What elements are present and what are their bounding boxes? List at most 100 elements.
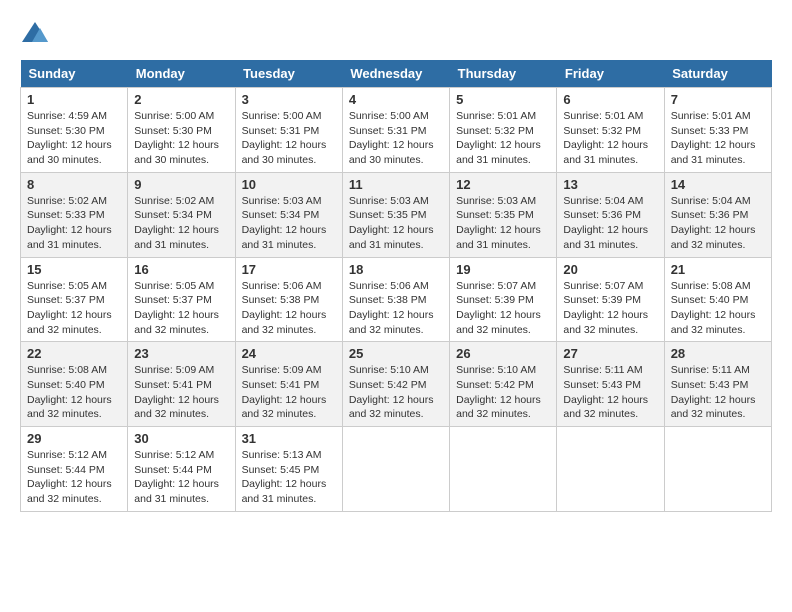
day-info: Sunrise: 5:00 AMSunset: 5:30 PMDaylight:… <box>134 110 219 166</box>
day-number: 23 <box>134 346 228 361</box>
day-number: 31 <box>242 431 336 446</box>
day-number: 3 <box>242 92 336 107</box>
day-number: 8 <box>27 177 121 192</box>
week-row-2: 8 Sunrise: 5:02 AMSunset: 5:33 PMDayligh… <box>21 172 772 257</box>
logo-icon <box>20 20 50 50</box>
day-info: Sunrise: 5:10 AMSunset: 5:42 PMDaylight:… <box>349 364 434 420</box>
day-info: Sunrise: 5:12 AMSunset: 5:44 PMDaylight:… <box>27 449 112 505</box>
day-number: 1 <box>27 92 121 107</box>
day-cell: 12 Sunrise: 5:03 AMSunset: 5:35 PMDaylig… <box>450 172 557 257</box>
weekday-header-row: SundayMondayTuesdayWednesdayThursdayFrid… <box>21 60 772 88</box>
day-number: 27 <box>563 346 657 361</box>
day-info: Sunrise: 5:03 AMSunset: 5:34 PMDaylight:… <box>242 195 327 251</box>
day-info: Sunrise: 5:11 AMSunset: 5:43 PMDaylight:… <box>671 364 756 420</box>
day-number: 7 <box>671 92 765 107</box>
day-cell: 17 Sunrise: 5:06 AMSunset: 5:38 PMDaylig… <box>235 257 342 342</box>
day-number: 20 <box>563 262 657 277</box>
day-info: Sunrise: 5:09 AMSunset: 5:41 PMDaylight:… <box>242 364 327 420</box>
day-cell: 23 Sunrise: 5:09 AMSunset: 5:41 PMDaylig… <box>128 342 235 427</box>
day-cell: 8 Sunrise: 5:02 AMSunset: 5:33 PMDayligh… <box>21 172 128 257</box>
day-cell: 26 Sunrise: 5:10 AMSunset: 5:42 PMDaylig… <box>450 342 557 427</box>
day-cell: 10 Sunrise: 5:03 AMSunset: 5:34 PMDaylig… <box>235 172 342 257</box>
day-cell: 5 Sunrise: 5:01 AMSunset: 5:32 PMDayligh… <box>450 88 557 173</box>
day-cell: 31 Sunrise: 5:13 AMSunset: 5:45 PMDaylig… <box>235 427 342 512</box>
day-cell: 11 Sunrise: 5:03 AMSunset: 5:35 PMDaylig… <box>342 172 449 257</box>
day-cell: 18 Sunrise: 5:06 AMSunset: 5:38 PMDaylig… <box>342 257 449 342</box>
day-number: 2 <box>134 92 228 107</box>
day-info: Sunrise: 5:03 AMSunset: 5:35 PMDaylight:… <box>349 195 434 251</box>
day-cell: 27 Sunrise: 5:11 AMSunset: 5:43 PMDaylig… <box>557 342 664 427</box>
week-row-3: 15 Sunrise: 5:05 AMSunset: 5:37 PMDaylig… <box>21 257 772 342</box>
day-info: Sunrise: 5:12 AMSunset: 5:44 PMDaylight:… <box>134 449 219 505</box>
day-info: Sunrise: 5:08 AMSunset: 5:40 PMDaylight:… <box>27 364 112 420</box>
day-info: Sunrise: 5:10 AMSunset: 5:42 PMDaylight:… <box>456 364 541 420</box>
day-cell: 2 Sunrise: 5:00 AMSunset: 5:30 PMDayligh… <box>128 88 235 173</box>
day-info: Sunrise: 5:04 AMSunset: 5:36 PMDaylight:… <box>671 195 756 251</box>
day-cell: 19 Sunrise: 5:07 AMSunset: 5:39 PMDaylig… <box>450 257 557 342</box>
day-info: Sunrise: 5:00 AMSunset: 5:31 PMDaylight:… <box>242 110 327 166</box>
day-info: Sunrise: 5:01 AMSunset: 5:32 PMDaylight:… <box>456 110 541 166</box>
day-cell: 21 Sunrise: 5:08 AMSunset: 5:40 PMDaylig… <box>664 257 771 342</box>
day-number: 14 <box>671 177 765 192</box>
day-cell: 7 Sunrise: 5:01 AMSunset: 5:33 PMDayligh… <box>664 88 771 173</box>
day-info: Sunrise: 5:00 AMSunset: 5:31 PMDaylight:… <box>349 110 434 166</box>
logo <box>20 20 54 50</box>
day-number: 13 <box>563 177 657 192</box>
day-number: 24 <box>242 346 336 361</box>
weekday-header-sunday: Sunday <box>21 60 128 88</box>
day-cell <box>557 427 664 512</box>
day-cell: 14 Sunrise: 5:04 AMSunset: 5:36 PMDaylig… <box>664 172 771 257</box>
day-number: 11 <box>349 177 443 192</box>
day-info: Sunrise: 5:06 AMSunset: 5:38 PMDaylight:… <box>349 280 434 336</box>
day-info: Sunrise: 5:06 AMSunset: 5:38 PMDaylight:… <box>242 280 327 336</box>
day-number: 12 <box>456 177 550 192</box>
day-number: 4 <box>349 92 443 107</box>
weekday-header-monday: Monday <box>128 60 235 88</box>
day-cell: 3 Sunrise: 5:00 AMSunset: 5:31 PMDayligh… <box>235 88 342 173</box>
weekday-header-thursday: Thursday <box>450 60 557 88</box>
day-number: 19 <box>456 262 550 277</box>
weekday-header-friday: Friday <box>557 60 664 88</box>
day-number: 6 <box>563 92 657 107</box>
day-info: Sunrise: 5:13 AMSunset: 5:45 PMDaylight:… <box>242 449 327 505</box>
day-info: Sunrise: 5:08 AMSunset: 5:40 PMDaylight:… <box>671 280 756 336</box>
calendar-table: SundayMondayTuesdayWednesdayThursdayFrid… <box>20 60 772 512</box>
day-cell: 15 Sunrise: 5:05 AMSunset: 5:37 PMDaylig… <box>21 257 128 342</box>
day-number: 25 <box>349 346 443 361</box>
day-number: 18 <box>349 262 443 277</box>
day-cell: 28 Sunrise: 5:11 AMSunset: 5:43 PMDaylig… <box>664 342 771 427</box>
day-cell: 9 Sunrise: 5:02 AMSunset: 5:34 PMDayligh… <box>128 172 235 257</box>
day-cell: 29 Sunrise: 5:12 AMSunset: 5:44 PMDaylig… <box>21 427 128 512</box>
day-info: Sunrise: 5:05 AMSunset: 5:37 PMDaylight:… <box>134 280 219 336</box>
day-cell: 4 Sunrise: 5:00 AMSunset: 5:31 PMDayligh… <box>342 88 449 173</box>
day-number: 10 <box>242 177 336 192</box>
day-cell: 1 Sunrise: 4:59 AMSunset: 5:30 PMDayligh… <box>21 88 128 173</box>
day-cell: 30 Sunrise: 5:12 AMSunset: 5:44 PMDaylig… <box>128 427 235 512</box>
day-cell: 24 Sunrise: 5:09 AMSunset: 5:41 PMDaylig… <box>235 342 342 427</box>
week-row-5: 29 Sunrise: 5:12 AMSunset: 5:44 PMDaylig… <box>21 427 772 512</box>
day-number: 29 <box>27 431 121 446</box>
day-info: Sunrise: 5:01 AMSunset: 5:32 PMDaylight:… <box>563 110 648 166</box>
day-info: Sunrise: 5:09 AMSunset: 5:41 PMDaylight:… <box>134 364 219 420</box>
day-info: Sunrise: 5:01 AMSunset: 5:33 PMDaylight:… <box>671 110 756 166</box>
weekday-header-wednesday: Wednesday <box>342 60 449 88</box>
page-header <box>20 20 772 50</box>
week-row-4: 22 Sunrise: 5:08 AMSunset: 5:40 PMDaylig… <box>21 342 772 427</box>
day-cell: 22 Sunrise: 5:08 AMSunset: 5:40 PMDaylig… <box>21 342 128 427</box>
day-number: 26 <box>456 346 550 361</box>
day-cell: 25 Sunrise: 5:10 AMSunset: 5:42 PMDaylig… <box>342 342 449 427</box>
day-cell: 16 Sunrise: 5:05 AMSunset: 5:37 PMDaylig… <box>128 257 235 342</box>
day-cell <box>450 427 557 512</box>
day-info: Sunrise: 5:07 AMSunset: 5:39 PMDaylight:… <box>563 280 648 336</box>
day-info: Sunrise: 5:11 AMSunset: 5:43 PMDaylight:… <box>563 364 648 420</box>
day-info: Sunrise: 5:07 AMSunset: 5:39 PMDaylight:… <box>456 280 541 336</box>
weekday-header-tuesday: Tuesday <box>235 60 342 88</box>
day-info: Sunrise: 4:59 AMSunset: 5:30 PMDaylight:… <box>27 110 112 166</box>
day-cell: 20 Sunrise: 5:07 AMSunset: 5:39 PMDaylig… <box>557 257 664 342</box>
week-row-1: 1 Sunrise: 4:59 AMSunset: 5:30 PMDayligh… <box>21 88 772 173</box>
day-number: 17 <box>242 262 336 277</box>
weekday-header-saturday: Saturday <box>664 60 771 88</box>
day-info: Sunrise: 5:04 AMSunset: 5:36 PMDaylight:… <box>563 195 648 251</box>
day-number: 22 <box>27 346 121 361</box>
day-number: 15 <box>27 262 121 277</box>
